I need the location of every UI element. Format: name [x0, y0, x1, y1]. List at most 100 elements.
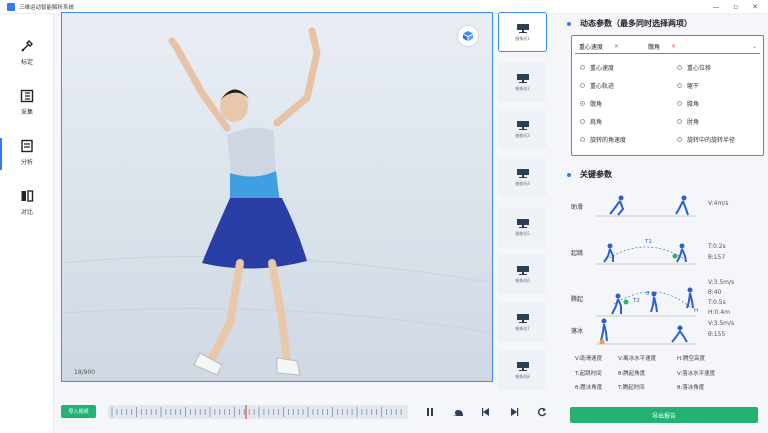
camera-icon [516, 120, 529, 130]
nav-item-calibrate[interactable]: 标定 [0, 38, 54, 78]
radio[interactable] [580, 83, 585, 88]
camera-thumb-7[interactable]: 摄像机7 [498, 302, 547, 342]
option-label: 膝角 [687, 101, 700, 108]
option-label: 重心位移 [687, 65, 712, 72]
nav-item-compare[interactable]: 对比 [0, 188, 54, 228]
kp-row-landing: 落冰 V:3.5m/s θ:155 [571, 314, 761, 350]
remove-tag-icon[interactable]: ✕ [671, 43, 676, 50]
radio[interactable] [677, 119, 682, 124]
option-label: 躯干 [687, 83, 700, 90]
bullet-icon [567, 172, 571, 177]
3d-model-button[interactable] [458, 26, 478, 46]
option-rotation-angular-velocity[interactable]: 旋转的角速度 [580, 135, 626, 144]
3d-model-icon [463, 31, 473, 41]
camera-thumb-3[interactable]: 摄像机3 [498, 109, 547, 149]
option-cog-velocity[interactable]: 重心速度 [580, 63, 614, 72]
kp-value: θ:40 [708, 289, 722, 296]
radio[interactable] [677, 137, 682, 142]
remove-tag-icon[interactable]: ✕ [614, 43, 619, 50]
kp-value: V:3.5m/s [708, 320, 735, 327]
kp-label: 起跳 [571, 250, 584, 257]
kp-row-takeoff: 起跳 T1 T:0.2s θ:157 [571, 232, 761, 272]
option-label: 肘角 [687, 119, 700, 126]
video-viewport[interactable]: 18/900 [61, 12, 493, 382]
kp-value: T:0.5s [708, 299, 726, 306]
radio[interactable] [580, 65, 585, 70]
chevron-down-icon[interactable]: ⌄ [752, 43, 757, 50]
kp-label: 落冰 [571, 328, 584, 335]
kp-diagram-label: θ [646, 291, 650, 297]
radio[interactable] [677, 65, 682, 70]
nav-label-analysis: 分析 [20, 159, 33, 166]
right-panel: 动态参数（最多同时选择两项） 重心速度 ✕ 髋角 ✕ ⌄ 重心速度 重心位移 重… [558, 12, 768, 433]
pause-button[interactable] [423, 405, 437, 419]
radio[interactable] [580, 119, 585, 124]
option-cog-trajectory[interactable]: 重心轨迹 [580, 81, 614, 90]
legend-item: T:起跳时间 [575, 371, 602, 377]
replay-button[interactable] [535, 405, 549, 419]
legend-item: V:离冰水平速度 [618, 356, 657, 362]
kp-label: 助滑 [571, 204, 584, 211]
calibrate-icon [19, 38, 35, 54]
camera-list: 摄像机1 摄像机2 摄像机3 摄像机4 摄像机5 摄像机6 摄像机7 摄像机8 [498, 12, 548, 392]
radio[interactable] [580, 137, 585, 142]
camera-thumb-1[interactable]: 摄像机1 [498, 12, 547, 52]
option-rotation-radius[interactable]: 旋转中的旋转半径 [677, 135, 735, 144]
camera-icon [516, 361, 529, 371]
radio[interactable] [677, 83, 682, 88]
option-cog-displacement[interactable]: 重心位移 [677, 63, 711, 72]
dynamic-params-header: 动态参数（最多同时选择两项） [567, 18, 692, 29]
camera-thumb-5[interactable]: 摄像机5 [498, 207, 547, 247]
nav-item-analysis[interactable]: 分析 [0, 138, 54, 178]
camera-thumb-label: 摄像机5 [515, 230, 530, 236]
analysis-icon [19, 138, 35, 154]
camera-thumb-6[interactable]: 摄像机6 [498, 254, 547, 294]
step-back-icon [482, 408, 489, 416]
option-elbow-angle[interactable]: 肘角 [677, 117, 699, 126]
selected-params-select[interactable]: 重心速度 ✕ 髋角 ✕ ⌄ [575, 39, 760, 54]
kp-value: T:0.2s [708, 243, 726, 250]
key-params-header: 关键参数 [567, 169, 612, 180]
nav-item-capture[interactable]: 采集 [0, 88, 54, 128]
camera-thumb-label: 摄像机8 [515, 373, 530, 379]
option-label: 肩角 [590, 119, 603, 126]
minimize-button[interactable]: — [712, 3, 719, 11]
takeoff-diagram [596, 243, 696, 265]
glide-diagram [596, 195, 696, 217]
timeline-track[interactable] [108, 405, 408, 419]
camera-thumb-2[interactable]: 摄像机2 [498, 62, 547, 102]
option-hip-angle[interactable]: 髋角 [580, 99, 602, 108]
slow-motion-button[interactable] [451, 405, 465, 419]
camera-icon [516, 23, 529, 33]
radio-checked[interactable] [580, 101, 585, 106]
option-knee-angle[interactable]: 膝角 [677, 99, 699, 108]
nav-label-capture: 采集 [20, 109, 33, 116]
next-frame-button[interactable] [507, 405, 521, 419]
camera-thumb-4[interactable]: 摄像机4 [498, 157, 547, 197]
dynamic-params-title: 动态参数（最多同时选择两项） [580, 19, 692, 28]
import-video-button[interactable]: 导入视频 [61, 405, 96, 418]
maximize-button[interactable]: ▫ [733, 3, 738, 11]
option-label: 重心速度 [590, 65, 615, 72]
legend-item: T:腾起时间 [618, 385, 645, 391]
kp-diagram-label: T1 [645, 239, 652, 245]
kp-value: V:4m/s [708, 200, 729, 207]
dynamic-params-box: 重心速度 ✕ 髋角 ✕ ⌄ 重心速度 重心位移 重心轨迹 躯干 髋角 膝角 肩角… [571, 35, 764, 156]
close-button[interactable]: ✕ [752, 3, 758, 11]
option-trunk[interactable]: 躯干 [677, 81, 699, 90]
option-shoulder-angle[interactable]: 肩角 [580, 117, 602, 126]
camera-thumb-label: 摄像机6 [515, 277, 530, 283]
prev-frame-button[interactable] [479, 405, 493, 419]
legend-item: V:落冰水平速度 [677, 371, 716, 377]
camera-icon [516, 73, 529, 83]
export-report-button[interactable]: 导出报告 [570, 407, 758, 423]
key-params-title: 关键参数 [580, 170, 612, 179]
radio[interactable] [677, 101, 682, 106]
kp-row-glide: 助滑 V:4m/s [571, 192, 761, 222]
camera-icon [516, 265, 529, 275]
selected-tag-2: 髋角 ✕ [648, 42, 676, 51]
legend-item: θ:腾起角度 [618, 371, 646, 377]
option-label: 髋角 [590, 101, 603, 108]
selected-tag-1: 重心速度 ✕ [579, 42, 619, 51]
camera-thumb-8[interactable]: 摄像机8 [498, 350, 547, 390]
